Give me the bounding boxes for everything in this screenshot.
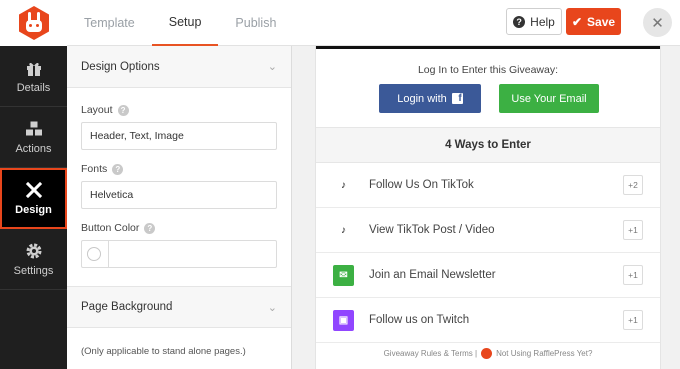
help-tooltip-icon[interactable]: ?: [112, 163, 124, 175]
sidebar-item-design[interactable]: Design: [0, 168, 67, 229]
help-label: Help: [530, 14, 555, 29]
entry-row[interactable]: ♪ Follow Us On TikTok +2: [316, 163, 660, 208]
top-bar: Template Setup Publish ? Help ✔ Save ✕: [0, 0, 680, 46]
design-options-panel: Design Options ⌄ Layout ? Header, Text, …: [67, 46, 292, 369]
button-color-label-text: Button Color: [81, 222, 140, 234]
rafflepress-mini-logo-icon: [481, 348, 493, 359]
points-badge: +1: [623, 310, 643, 330]
cubes-icon: [25, 121, 42, 135]
sidebar-item-label: Settings: [13, 264, 54, 277]
rafflepress-logo[interactable]: [0, 0, 67, 46]
entry-label: View TikTok Post / Video: [369, 224, 495, 236]
rabbit-logo-icon: [18, 6, 49, 40]
entry-label: Follow us on Twitch: [369, 314, 470, 326]
gear-icon: [26, 243, 41, 258]
help-tooltip-icon[interactable]: ?: [144, 222, 156, 234]
tab-publish[interactable]: Publish: [218, 0, 293, 46]
points-badge: +2: [623, 175, 643, 195]
login-email-button[interactable]: Use Your Email: [499, 84, 599, 113]
entry-row[interactable]: ▣ Follow us on Twitch +1: [316, 298, 660, 343]
sidebar-item-details[interactable]: Details: [0, 46, 67, 107]
rules-link[interactable]: Giveaway Rules & Terms |: [384, 349, 478, 358]
layout-select[interactable]: Header, Text, Image: [81, 122, 277, 150]
sidebar-item-label: Design: [15, 203, 52, 216]
layout-label: Layout ?: [67, 104, 291, 116]
pencil-ruler-icon: [25, 181, 42, 198]
ways-to-enter-title: 4 Ways to Enter: [316, 127, 660, 163]
section-title: Page Background: [81, 301, 173, 313]
tab-setup[interactable]: Setup: [151, 0, 219, 46]
chevron-down-icon: ⌄: [267, 61, 277, 73]
checkmark-icon: ✔: [571, 14, 583, 29]
page-background-note: (Only applicable to stand alone pages.): [81, 346, 246, 357]
design-options-header[interactable]: Design Options ⌄: [67, 46, 291, 88]
fonts-select[interactable]: Helvetica: [81, 181, 277, 209]
email-icon: ✉: [333, 264, 354, 286]
promo-link[interactable]: Not Using RafflePress Yet?: [496, 349, 592, 358]
login-prompt: Log In to Enter this Giveaway:: [417, 64, 559, 76]
save-label: Save: [587, 14, 616, 29]
entry-label: Join an Email Newsletter: [369, 269, 496, 281]
fonts-label-text: Fonts: [81, 163, 108, 175]
points-badge: +1: [623, 265, 643, 285]
points-badge: +1: [623, 220, 643, 240]
tiktok-icon: ♪: [341, 224, 346, 236]
giveaway-footer: Giveaway Rules & Terms | Not Using Raffl…: [316, 348, 660, 359]
entry-row[interactable]: ♪ View TikTok Post / Video +1: [316, 208, 660, 253]
layout-label-text: Layout: [81, 104, 113, 116]
help-button[interactable]: ? Help: [506, 8, 562, 35]
help-tooltip-icon[interactable]: ?: [117, 104, 129, 116]
giveaway-widget: Log In to Enter this Giveaway: Login wit…: [315, 46, 661, 369]
entry-label: Follow Us On TikTok: [369, 179, 474, 191]
tab-template[interactable]: Template: [67, 0, 152, 46]
twitch-icon: ▣: [333, 309, 354, 331]
save-button[interactable]: ✔ Save: [566, 8, 621, 35]
page-background-header[interactable]: Page Background ⌄: [67, 286, 291, 328]
sidebar-item-actions[interactable]: Actions: [0, 107, 67, 168]
close-button[interactable]: ✕: [643, 8, 672, 37]
sidebar-item-settings[interactable]: Settings: [0, 229, 67, 290]
sidebar-item-label: Details: [16, 81, 51, 94]
question-icon: ?: [513, 15, 526, 28]
top-tabs: Template Setup Publish: [67, 0, 293, 46]
sidebar-nav: Details Actions Design Settings: [0, 46, 67, 369]
color-swatch[interactable]: [87, 247, 101, 261]
header-image-edge: [316, 46, 660, 49]
sidebar-item-label: Actions: [15, 142, 52, 155]
chevron-down-icon: ⌄: [267, 301, 277, 314]
login-facebook-button[interactable]: Login with f: [379, 84, 481, 113]
gift-icon: [26, 62, 41, 76]
entry-row[interactable]: ✉ Join an Email Newsletter +1: [316, 253, 660, 298]
fonts-label: Fonts ?: [67, 163, 291, 175]
divider: [108, 241, 109, 267]
tiktok-icon: ♪: [341, 179, 346, 191]
button-color-picker[interactable]: [81, 240, 277, 268]
facebook-icon: f: [451, 93, 463, 104]
section-title: Design Options: [81, 60, 160, 73]
login-facebook-label: Login with: [397, 92, 447, 105]
close-icon: ✕: [651, 14, 664, 32]
button-color-label: Button Color ?: [67, 222, 291, 234]
